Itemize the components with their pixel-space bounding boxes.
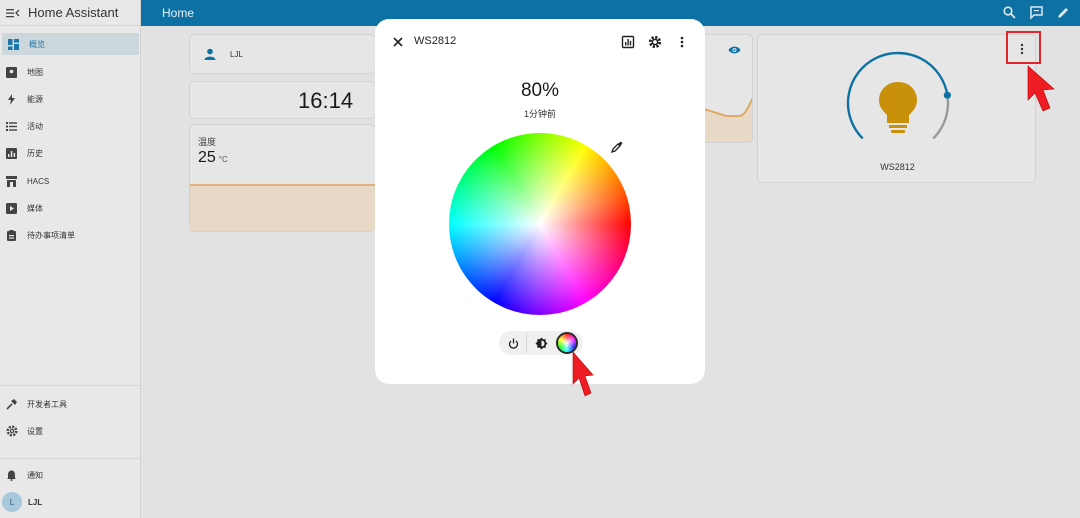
highlight-box (1006, 31, 1041, 64)
app-title: Home Assistant (28, 5, 119, 20)
clock-time: 16:14 (298, 88, 354, 113)
menu-collapse-icon[interactable] (6, 6, 20, 20)
more-info-dialog: WS2812 80% 1分钟前 (375, 19, 705, 384)
pointer-arrow-icon (572, 351, 594, 397)
sidebar-item-profile[interactable]: L LJL (0, 491, 140, 513)
settings-gear-icon[interactable] (648, 35, 662, 49)
temperature-card[interactable]: 温度 25 °C (189, 124, 376, 232)
color-wheel[interactable] (449, 133, 631, 315)
sidebar-item-label: 通知 (27, 470, 43, 480)
page-title: Home (162, 6, 195, 20)
energy-icon (5, 93, 18, 106)
lightbulb-icon (879, 82, 917, 133)
gauge-knob[interactable] (943, 91, 951, 99)
hammer-icon (5, 398, 18, 411)
sidebar-item-media[interactable]: 媒体 (0, 197, 140, 219)
logbook-icon (5, 120, 18, 133)
sensor-graph-card[interactable] (700, 34, 753, 143)
history-icon (5, 147, 18, 160)
power-icon (508, 338, 518, 349)
media-icon (5, 202, 18, 215)
sidebar-item-map[interactable]: 地图 (0, 61, 140, 83)
sidebar-item-label: LJL (28, 497, 43, 507)
map-icon (5, 66, 18, 79)
sidebar-item-label: 媒体 (27, 203, 43, 213)
sidebar-header: Home Assistant (0, 0, 140, 26)
light-card[interactable]: WS2812 (757, 34, 1036, 183)
person-card[interactable]: LJL (189, 34, 376, 74)
history-chart-icon[interactable] (621, 35, 635, 49)
brightness-gauge[interactable] (842, 47, 954, 159)
sidebar-item-label: 开发者工具 (27, 399, 67, 409)
sidebar-item-energy[interactable]: 能源 (0, 88, 140, 110)
dialog-title: WS2812 (414, 35, 457, 47)
temperature-label: 温度 (198, 137, 217, 147)
sidebar-item-label: 待办事项清单 (27, 230, 75, 240)
sidebar: Home Assistant 概览 地图 能源 活动 历史 HACS 媒体 待办… (0, 0, 141, 518)
light-name: WS2812 (880, 162, 915, 172)
sensor-graph-line (701, 97, 752, 142)
mode-separator (526, 333, 527, 353)
search-icon[interactable] (1002, 5, 1017, 20)
brightness-mode-button[interactable] (529, 333, 553, 353)
assist-chat-icon[interactable] (1029, 5, 1044, 20)
sidebar-item-label: 历史 (27, 148, 43, 158)
person-icon (204, 48, 216, 60)
clock-card: 16:14 (189, 81, 376, 119)
sidebar-item-settings[interactable]: 设置 (0, 420, 140, 442)
sidebar-item-logbook[interactable]: 活动 (0, 115, 140, 137)
brightness-icon (535, 337, 547, 349)
sidebar-item-overview[interactable]: 概览 (2, 33, 139, 55)
sidebar-divider (0, 458, 140, 459)
sidebar-item-label: 概览 (29, 39, 45, 49)
sidebar-item-notifications[interactable]: 通知 (0, 464, 140, 486)
eyedropper-icon[interactable] (610, 140, 624, 154)
temperature-unit: °C (218, 155, 228, 164)
person-name: LJL (230, 50, 243, 59)
sidebar-item-developer-tools[interactable]: 开发者工具 (0, 393, 140, 415)
edit-pencil-icon[interactable] (1056, 5, 1071, 20)
close-icon[interactable] (391, 35, 405, 49)
temperature-value: 25 °C (198, 149, 228, 166)
todo-icon (5, 229, 18, 242)
sidebar-divider (0, 385, 140, 386)
sidebar-item-hacs[interactable]: HACS (0, 170, 140, 192)
sidebar-item-label: 活动 (27, 121, 43, 131)
hacs-icon (5, 175, 18, 188)
pointer-arrow-icon (1027, 65, 1055, 112)
sidebar-item-label: 地图 (27, 67, 43, 77)
last-changed: 1分钟前 (523, 109, 556, 119)
more-options-icon[interactable] (675, 35, 689, 49)
bell-icon (5, 469, 18, 482)
sidebar-item-history[interactable]: 历史 (0, 142, 140, 164)
gauge-track (932, 94, 950, 140)
sidebar-item-label: HACS (27, 176, 50, 186)
sidebar-item-label: 能源 (27, 94, 43, 104)
power-toggle-button[interactable] (501, 333, 525, 353)
gear-icon (5, 425, 18, 438)
avatar: L (2, 492, 22, 512)
sidebar-item-todo[interactable]: 待办事项清单 (0, 224, 140, 246)
sidebar-item-label: 设置 (27, 426, 43, 436)
temperature-sparkline (190, 184, 375, 231)
dashboard-icon (7, 38, 20, 51)
eye-icon (728, 46, 741, 54)
brightness-percentage: 80% (520, 80, 560, 101)
